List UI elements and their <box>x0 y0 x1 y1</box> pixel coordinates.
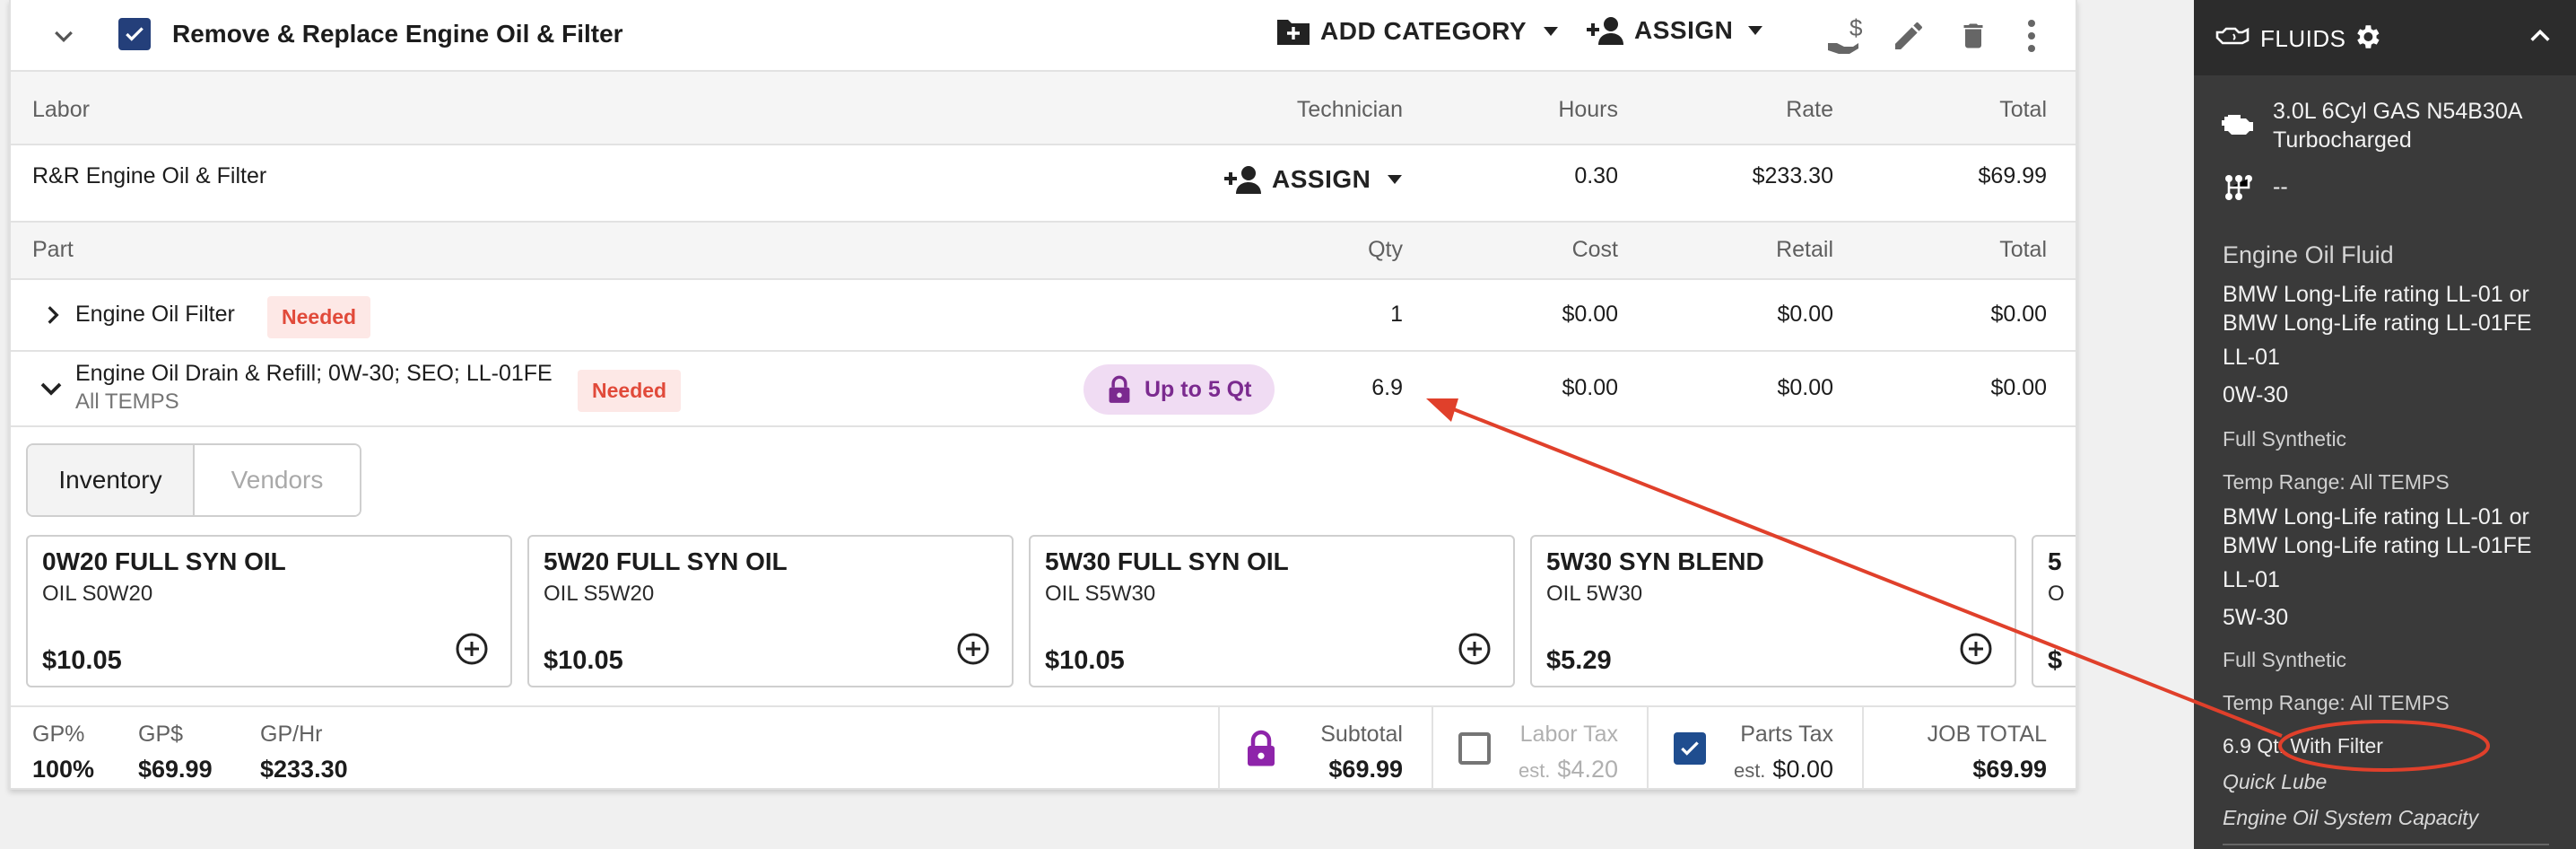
parts-tax-label: Parts Tax <box>1740 722 1833 747</box>
lock-icon[interactable] <box>1245 729 1277 768</box>
spec1-line2: BMW Long-Life rating LL-01FE <box>2223 311 2532 336</box>
labor-tax-value: est. $4.20 <box>1518 756 1618 783</box>
subtotal-value: $69.99 <box>1328 756 1403 783</box>
product-price: $10.05 <box>42 646 122 675</box>
product-sku: OIL S5W20 <box>544 582 655 606</box>
gp-hour-value: $233.30 <box>260 756 348 783</box>
fluid-type2: Full Synthetic <box>2223 648 2347 671</box>
spec2-line2: BMW Long-Life rating LL-01FE <box>2223 533 2532 558</box>
product-card[interactable]: 5W20 FULL SYN OIL OIL S5W20 $10.05 <box>527 535 1014 687</box>
engine-spec-line2: Turbocharged <box>2273 127 2412 153</box>
product-sku: OIL 5W30 <box>1546 582 1643 606</box>
product-sku: O <box>2048 582 2065 606</box>
parts-tax-checkbox[interactable] <box>1674 732 1706 765</box>
fluid-type1: Full Synthetic <box>2223 427 2347 451</box>
oil-capacity: 6.9 Qt. With Filter <box>2223 734 2383 757</box>
job-total-value: $69.99 <box>1972 756 2047 783</box>
product-price: $10.05 <box>544 646 623 675</box>
engine-spec-line1: 3.0L 6Cyl GAS N54B30A <box>2273 99 2523 124</box>
gp-hour-label: GP/Hr <box>260 722 323 747</box>
fluids-panel-header: FLUIDS <box>2194 0 2576 75</box>
product-sku: OIL S5W30 <box>1045 582 1156 606</box>
spec1-line3: LL-01 <box>2223 345 2280 370</box>
subtotal-label: Subtotal <box>1320 722 1403 747</box>
add-circle-icon[interactable] <box>956 632 990 666</box>
engine-oil-icon <box>2215 25 2250 48</box>
footer-divider <box>1862 707 1864 790</box>
viscosity2: 5W-30 <box>2223 605 2289 630</box>
panel-divider <box>2223 844 2549 845</box>
collapse-up-icon[interactable] <box>2528 23 2553 48</box>
spec1-line1: BMW Long-Life rating LL-01 or <box>2223 282 2529 307</box>
footer-divider <box>1647 707 1649 790</box>
temp-range1: Temp Range: All TEMPS <box>2223 470 2450 494</box>
parts-tax-value: est. $0.00 <box>1733 756 1833 783</box>
product-price: $10.05 <box>1045 646 1125 675</box>
gp-dollar-value: $69.99 <box>138 756 213 783</box>
product-name: 5W30 FULL SYN OIL <box>1045 547 1289 575</box>
product-price: $ <box>2048 646 2063 675</box>
product-strip: 0W20 FULL SYN OIL OIL S0W20 $10.05 5W20 … <box>11 0 2076 705</box>
labor-tax-checkbox[interactable] <box>1458 732 1491 765</box>
job-total-label: JOB TOTAL <box>1927 722 2047 747</box>
fluids-title: FLUIDS <box>2260 25 2346 52</box>
gp-dollar-label: GP$ <box>138 722 184 747</box>
gp-percent-label: GP% <box>32 722 85 747</box>
viscosity1: 0W-30 <box>2223 382 2289 407</box>
product-card[interactable]: 5W30 FULL SYN OIL OIL S5W30 $10.05 <box>1029 535 1515 687</box>
transmission-icon <box>2224 174 2253 201</box>
product-sku: OIL S0W20 <box>42 582 153 606</box>
labor-tax-label: Labor Tax <box>1519 722 1618 747</box>
transmission-spec: -- <box>2273 174 2288 199</box>
spec2-line3: LL-01 <box>2223 567 2280 592</box>
fluid-section-title: Engine Oil Fluid <box>2223 241 2394 268</box>
spec2-line1: BMW Long-Life rating LL-01 or <box>2223 504 2529 530</box>
footer-divider <box>1432 707 1433 790</box>
quick-lube-label: Quick Lube <box>2223 770 2328 793</box>
gp-percent-value: 100% <box>32 756 95 783</box>
product-name: 0W20 FULL SYN OIL <box>42 547 286 575</box>
engine-icon <box>2221 109 2255 136</box>
system-capacity-label: Engine Oil System Capacity <box>2223 806 2479 829</box>
add-circle-icon[interactable] <box>1959 632 1993 666</box>
product-name: 5W20 FULL SYN OIL <box>544 547 788 575</box>
gear-icon[interactable] <box>2352 22 2382 52</box>
footer-divider <box>1218 707 1220 790</box>
add-circle-icon[interactable] <box>1458 632 1492 666</box>
product-card[interactable]: 5 O $ <box>2032 535 2076 687</box>
add-circle-icon[interactable] <box>455 632 489 666</box>
product-card[interactable]: 5W30 SYN BLEND OIL 5W30 $5.29 <box>1530 535 2016 687</box>
product-name: 5W30 SYN BLEND <box>1546 547 1764 575</box>
product-card[interactable]: 0W20 FULL SYN OIL OIL S0W20 $10.05 <box>26 535 512 687</box>
fluids-panel: FLUIDS 3.0L 6Cyl GAS N54B30A Turbocharge… <box>2194 0 2576 849</box>
temp-range2: Temp Range: All TEMPS <box>2223 691 2450 714</box>
job-footer: GP% 100% GP$ $69.99 GP/Hr $233.30 Subtot… <box>11 705 2076 790</box>
product-price: $5.29 <box>1546 646 1612 675</box>
product-name: 5 <box>2048 547 2062 575</box>
job-card: Remove & Replace Engine Oil & Filter ADD… <box>9 0 2077 790</box>
